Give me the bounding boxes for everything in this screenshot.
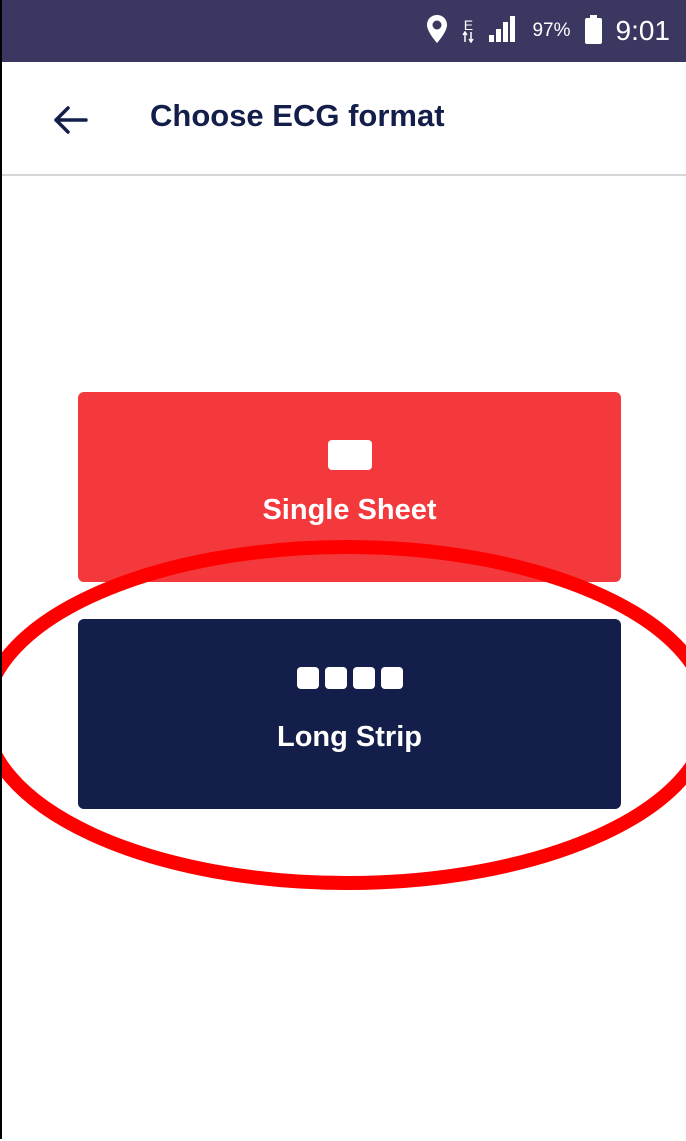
strip-segment	[352, 667, 375, 689]
page-title: Choose ECG format	[150, 98, 445, 133]
strip-segment	[324, 667, 347, 689]
sheet-shape	[327, 440, 372, 470]
signal-icon	[488, 15, 518, 48]
single-sheet-label: Single Sheet	[262, 494, 437, 526]
single-sheet-icon	[78, 440, 621, 470]
status-bar: E 97% 9:01	[2, 0, 686, 64]
network-type-label: E	[463, 16, 474, 33]
single-sheet-button[interactable]: Single Sheet	[78, 392, 621, 582]
location-pin-icon	[426, 14, 448, 49]
long-strip-label: Long Strip	[277, 721, 422, 753]
battery-icon	[584, 15, 602, 44]
back-button[interactable]	[50, 100, 90, 140]
status-time: 9:01	[615, 15, 671, 46]
long-strip-button[interactable]: Long Strip	[78, 619, 621, 809]
battery-percent: 97%	[532, 20, 571, 41]
network-type-indicator: E	[462, 16, 475, 44]
app-bar: Choose ECG format	[2, 62, 686, 176]
strip-segment	[380, 667, 403, 689]
screen: E 97% 9:01 Choose ECG format Single Shee…	[0, 0, 686, 1139]
strip-segment	[296, 667, 319, 689]
arrow-left-icon	[50, 106, 90, 144]
status-icons: E 97% 9:01	[426, 0, 670, 62]
long-strip-icon	[78, 667, 621, 689]
data-arrows-icon	[462, 30, 475, 44]
